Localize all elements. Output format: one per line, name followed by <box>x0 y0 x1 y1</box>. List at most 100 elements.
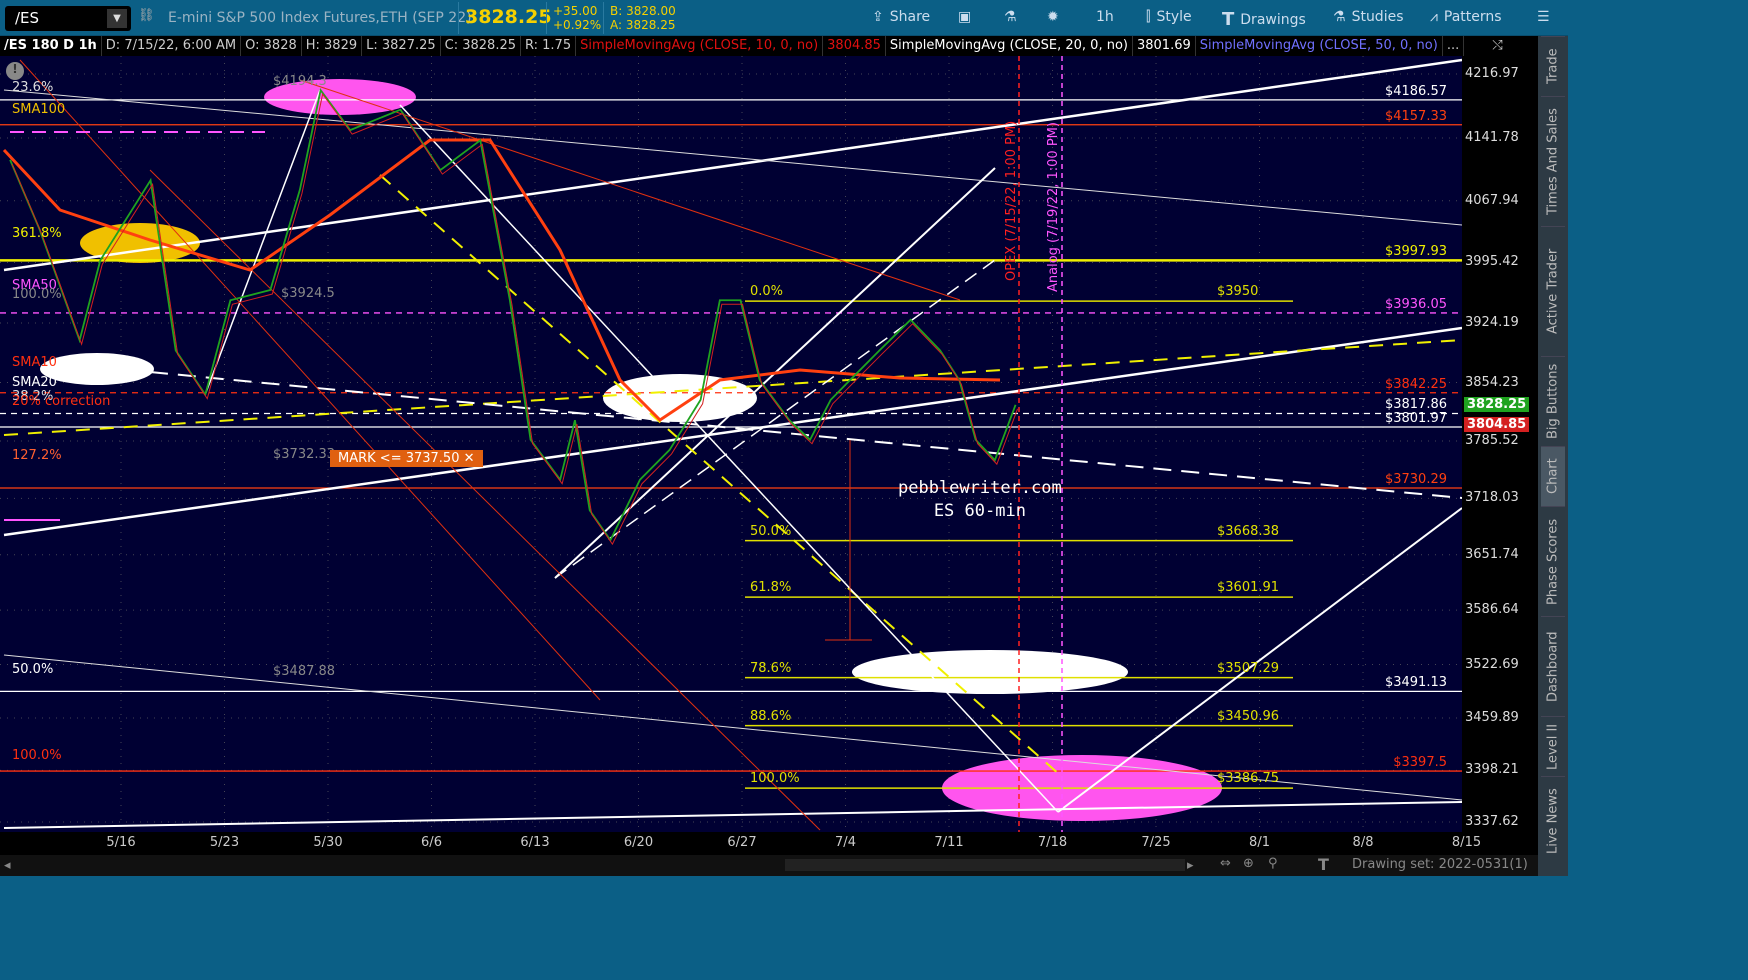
date-tick: 7/18 <box>1037 835 1068 850</box>
sma10-label[interactable]: SimpleMovingAvg (CLOSE, 10, 0, no) <box>576 36 824 56</box>
fib-pct: 50.0% <box>750 523 792 539</box>
date-tick: 5/30 <box>313 835 343 850</box>
fib-price: $3450.96 <box>1217 708 1280 724</box>
price-tick: 3718.03 <box>1465 490 1519 506</box>
level-label: $4157.33 <box>1384 108 1447 124</box>
watermark: pebblewriter.com ES 60-min <box>898 478 1062 521</box>
study-legend: /ES 180 D 1h D: 7/15/22, 6:00 AM O: 3828… <box>0 36 1538 56</box>
text-icon[interactable]: T <box>1318 855 1329 874</box>
candle-icon: ⫿ <box>1146 9 1151 25</box>
fib-pct: 61.8% <box>750 580 792 596</box>
pan-icon[interactable]: ⇔ <box>1220 856 1231 871</box>
side-tab-level-ii[interactable]: Level II <box>1541 716 1565 776</box>
date-tick: 6/20 <box>623 835 654 850</box>
alert-icon[interactable]: ! <box>6 62 24 80</box>
date-tick: 6/13 <box>520 835 550 850</box>
highlight-ellipse <box>603 374 757 422</box>
side-tab-big-buttons[interactable]: Big Buttons <box>1541 356 1565 446</box>
bar-open: O: 3828 <box>241 36 302 56</box>
collapse-icon[interactable]: ⤭ <box>1488 36 1506 56</box>
mark-price-tag[interactable]: MARK <= 3737.50 ✕ <box>330 450 483 467</box>
bar-close: C: 3828.25 <box>441 36 521 56</box>
bar-range: R: 1.75 <box>521 36 577 56</box>
toolbar: /ES ▼ ⛓ E-mini S&P 500 Index Futures,ETH … <box>0 0 1568 36</box>
chart-scrollbar[interactable]: ◂ ▸ ⇔ ⊕ ⚲ T Drawing set: 2022-0531(1) <box>0 855 1538 876</box>
price-axis[interactable]: 4216.97 4141.78 4067.94 3995.42 3924.19 3854.… <box>1462 56 1538 832</box>
crosshair-icon[interactable]: ⊕ <box>1243 856 1254 871</box>
opex-label: OPEX (7/15/22, 1:00 PM) <box>1004 120 1019 281</box>
side-tab-active-trader[interactable]: Active Trader <box>1541 226 1565 356</box>
side-tab-dashboard[interactable]: Dashboard <box>1541 616 1565 716</box>
level-label: $3842.25 <box>1384 376 1447 392</box>
chart-title: /ES 180 D 1h <box>0 36 102 56</box>
drawing-set[interactable]: Drawing set: 2022-0531(1) <box>1352 857 1528 872</box>
fib-pct: 0.0% <box>750 284 784 300</box>
bar-high: H: 3829 <box>302 36 363 56</box>
highlight-ellipse <box>40 353 154 385</box>
level-label: $3732.33 <box>273 447 336 462</box>
zoom-icon[interactable]: ⚲ <box>1268 856 1278 871</box>
side-tab-phase-scores[interactable]: Phase Scores <box>1541 506 1565 616</box>
link-icon[interactable]: ⛓ <box>138 8 155 23</box>
instrument-description: E-mini S&P 500 Index Futures,ETH (SEP 22… <box>168 10 472 26</box>
price-tick: 3586.64 <box>1465 602 1519 618</box>
price-tick: 3995.42 <box>1465 254 1519 270</box>
scroll-left-icon[interactable]: ◂ <box>4 858 11 873</box>
time-axis[interactable]: 5/16 5/23 5/30 6/6 6/13 6/20 6/27 7/4 7/11 7/18 7/… <box>0 832 1538 855</box>
sma20-label[interactable]: SimpleMovingAvg (CLOSE, 20, 0, no) <box>886 36 1133 56</box>
sma20-tag: SMA20 <box>12 375 57 390</box>
price-chart[interactable]: OPEX (7/15/22, 1:00 PM) Analog (7/19/22,… <box>0 56 1462 832</box>
flask-button[interactable]: ⚗ <box>1004 9 1017 25</box>
price-tick: 3522.69 <box>1465 656 1519 672</box>
studies-button[interactable]: ⚗ Studies <box>1333 9 1404 25</box>
side-tab-trade[interactable]: Trade <box>1541 36 1565 96</box>
drawings-button[interactable]: T Drawings <box>1222 9 1306 30</box>
settings-button[interactable]: ✹ <box>1047 9 1059 25</box>
notes-button[interactable]: ▣ <box>958 9 971 25</box>
chevron-down-icon[interactable]: ▼ <box>107 9 127 28</box>
menu-icon: ☰ <box>1537 9 1550 25</box>
fib-label: 100.0% <box>12 287 62 302</box>
text-icon: T <box>1222 9 1235 30</box>
patterns-button[interactable]: ⩘ Patterns <box>1430 9 1502 25</box>
bar-low: L: 3827.25 <box>362 36 441 56</box>
legend-more[interactable]: ... <box>1443 36 1465 56</box>
level-label: $4186.57 <box>1384 83 1447 99</box>
side-tab-live-news[interactable]: Live News <box>1541 776 1565 866</box>
level-label: $3397.5 <box>1393 755 1447 771</box>
date-tick: 8/15 <box>1451 835 1482 850</box>
price-tick: 3651.74 <box>1465 546 1519 562</box>
level-label: $3487.88 <box>273 664 336 679</box>
side-tab-chart[interactable]: Chart <box>1541 446 1565 506</box>
price-tick: 4067.94 <box>1465 192 1519 208</box>
price-tick: 3854.23 <box>1465 374 1519 390</box>
price-tick: 3337.62 <box>1465 813 1519 829</box>
right-sidebar: Trade Times And Sales Active Trader Big But… <box>1538 36 1568 876</box>
price-line-shadow <box>11 92 1019 546</box>
date-tick: 8/1 <box>1249 835 1270 850</box>
fib-price: $3507.29 <box>1217 660 1280 676</box>
fib-label: 23.6% <box>12 80 54 95</box>
sma100-line <box>2 138 1001 422</box>
symbol-selector[interactable]: /ES ▼ <box>5 6 131 31</box>
scroll-right-icon[interactable]: ▸ <box>1187 858 1194 873</box>
scroll-thumb[interactable] <box>785 859 1185 871</box>
bid-ask: B: 3828.00 A: 3828.25 <box>610 4 676 32</box>
price-tick: 4216.97 <box>1465 66 1519 81</box>
fib-price: $3601.91 <box>1217 580 1280 596</box>
level-label: $3936.05 <box>1384 296 1447 312</box>
menu-button[interactable]: ☰ <box>1537 9 1550 25</box>
side-tab-times-and-sales[interactable]: Times And Sales <box>1541 96 1565 226</box>
share-button[interactable]: ⇪ Share <box>872 9 930 25</box>
price-tick: 3459.89 <box>1465 709 1519 725</box>
analog-label: Analog (7/19/22, 1:00 PM) <box>1046 122 1061 292</box>
timeframe-button[interactable]: 1h <box>1096 9 1114 25</box>
flask-icon: ⚗ <box>1004 9 1017 25</box>
style-button[interactable]: ⫿ Style <box>1146 9 1192 25</box>
fib-price: $3386.75 <box>1217 771 1280 787</box>
window-frame <box>0 876 1748 980</box>
fib-label: 361.8% <box>12 226 62 241</box>
level-label: $3801.97 <box>1384 410 1447 426</box>
date-tick: 6/27 <box>727 835 757 850</box>
sma50-label[interactable]: SimpleMovingAvg (CLOSE, 50, 0, no) <box>1196 36 1443 56</box>
